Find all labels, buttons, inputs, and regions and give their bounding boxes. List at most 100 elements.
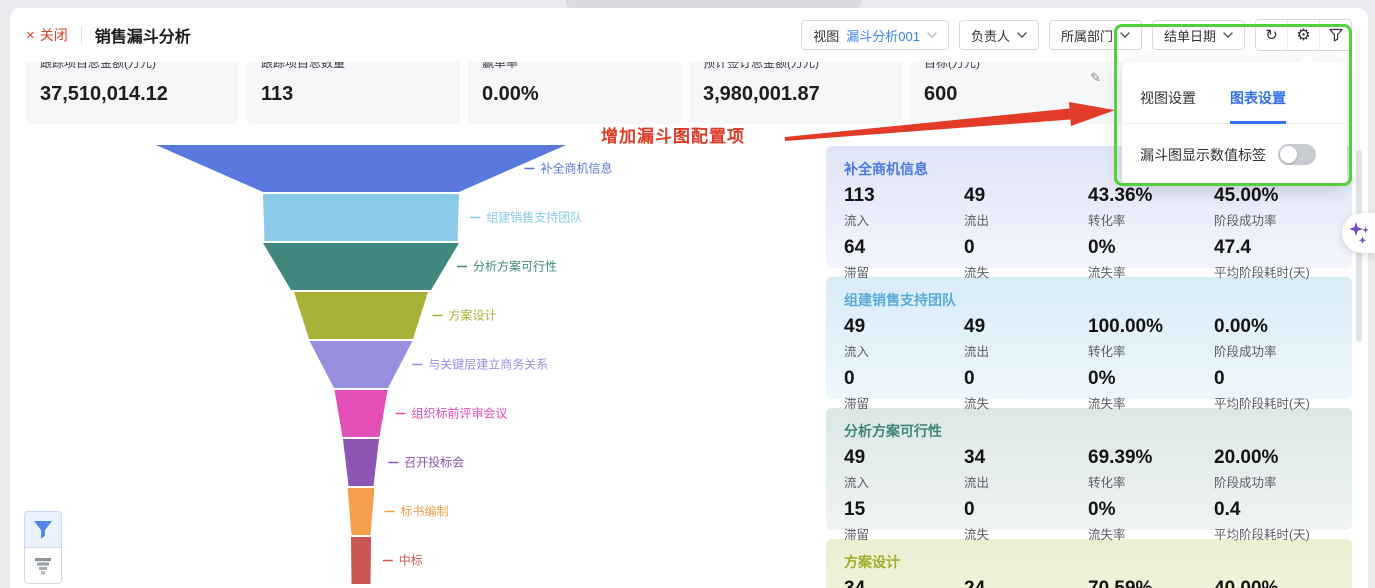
metric-value: 45.00% xyxy=(1214,186,1334,207)
kpi-label: 跟踪项目总金额(万元) xyxy=(40,62,225,71)
annotation-text: 增加漏斗图配置项 xyxy=(601,122,745,147)
metric-cell: 0流失 xyxy=(964,500,1088,543)
metric-cell: 0流失 xyxy=(964,369,1088,412)
dropdown-label: 所属部门 xyxy=(1061,26,1113,45)
funnel-stage[interactable] xyxy=(156,145,566,192)
chart-settings-popup: 视图设置 图表设置 漏斗图显示数值标签 xyxy=(1122,62,1347,186)
metric-label: 平均阶段耗时(天) xyxy=(1214,393,1334,412)
metric-value: 0% xyxy=(1088,238,1214,259)
chart-type-funnel-button[interactable] xyxy=(24,511,62,548)
metric-label: 阶段成功率 xyxy=(1214,472,1334,491)
sparkles-icon xyxy=(1347,220,1371,246)
funnel-stage[interactable] xyxy=(263,194,459,241)
metric-cell: 34流入 xyxy=(844,579,964,588)
funnel-stage[interactable] xyxy=(351,537,371,584)
kpi-label: 跟踪项目总数量 xyxy=(261,62,446,71)
view-select-button[interactable]: 视图 漏斗分析001 xyxy=(801,20,949,50)
metric-value: 49 xyxy=(844,317,964,338)
metric-value: 70.59% xyxy=(1088,579,1214,588)
stage-metrics-panel: 补全商机信息113流入49流出43.36%转化率45.00%阶段成功率64滞留0… xyxy=(826,146,1352,588)
kpi-label: 目标(万元) xyxy=(924,62,1109,71)
ai-assistant-tab[interactable] xyxy=(1342,213,1375,253)
funnel-stage[interactable] xyxy=(294,292,428,339)
toolbar: 视图 漏斗分析001 负责人 所属部门 结单日期 ↻⚙ xyxy=(801,19,1352,51)
refresh-icon[interactable]: ↻ xyxy=(1256,20,1287,50)
metric-value: 20.00% xyxy=(1214,448,1334,469)
metric-label: 滞留 xyxy=(844,524,964,543)
metric-value: 113 xyxy=(844,186,964,207)
filter-button[interactable] xyxy=(1319,20,1351,50)
funnel-stage-label: 分析方案可行性 xyxy=(473,259,557,274)
metric-label: 流入 xyxy=(844,210,964,229)
stage-card: 组建销售支持团队49流入49流出100.00%转化率0.00%阶段成功率0滞留0… xyxy=(826,277,1352,399)
metric-label: 流失率 xyxy=(1088,262,1214,281)
funnel-stage-label: 与关键层建立商务关系 xyxy=(428,357,548,372)
chart-type-pyramid-button[interactable] xyxy=(24,547,62,584)
metric-cell: 69.39%转化率 xyxy=(1088,448,1214,491)
metric-value: 49 xyxy=(964,317,1088,338)
sales-funnel-analysis-page: × 关闭 销售漏斗分析 视图 漏斗分析001 负责人 所属部门 结单日期 ↻⚙ 跟踪… xyxy=(0,0,1375,588)
chevron-down-icon xyxy=(1223,32,1233,38)
metric-cell: 113 流入 xyxy=(844,186,964,229)
close-icon: × xyxy=(26,28,35,43)
page-header: × 关闭 销售漏斗分析 视图 漏斗分析001 负责人 所属部门 结单日期 ↻⚙ xyxy=(10,8,1368,62)
kpi-label: 赢单率 xyxy=(482,62,667,71)
metric-value: 47.4 xyxy=(1214,238,1334,259)
metric-cell: 49流入 xyxy=(844,317,964,360)
metric-cell: 49流出 xyxy=(964,186,1088,229)
funnel-stage[interactable] xyxy=(348,488,375,535)
tab-chart-settings[interactable]: 图表设置 xyxy=(1230,88,1286,124)
metric-label: 平均阶段耗时(天) xyxy=(1214,524,1334,543)
kpi-value: 113 xyxy=(261,83,446,106)
metric-value: 40.00% xyxy=(1214,579,1334,588)
gear-icon[interactable]: ⚙ xyxy=(1287,20,1319,50)
edit-icon[interactable]: ✎ xyxy=(1090,70,1101,86)
metric-label: 流失率 xyxy=(1088,524,1214,543)
funnel-stage[interactable] xyxy=(310,341,413,388)
metric-label: 流失 xyxy=(964,262,1088,281)
metric-value: 0 xyxy=(844,369,964,390)
funnel-stage[interactable] xyxy=(343,439,379,486)
metric-cell: 0% 流失率 xyxy=(1088,238,1214,281)
chevron-down-icon xyxy=(1120,32,1130,38)
metric-value: 15 xyxy=(844,500,964,521)
metric-cell: 70.59%转化率 xyxy=(1088,579,1214,588)
stage-card-title: 方案设计 xyxy=(844,552,1334,572)
funnel-value-label-toggle[interactable] xyxy=(1278,144,1316,165)
stage-card-title: 分析方案可行性 xyxy=(844,421,1334,441)
top-tab xyxy=(566,0,862,8)
metric-cell: 0平均阶段耗时(天) xyxy=(1214,369,1334,412)
filter-dropdown-button[interactable]: 结单日期 xyxy=(1152,20,1245,50)
metric-value: 34 xyxy=(964,448,1088,469)
metric-value: 0.4 xyxy=(1214,500,1334,521)
filter-dropdown-button[interactable]: 所属部门 xyxy=(1049,20,1142,50)
metric-label: 流出 xyxy=(964,341,1088,360)
metric-cell: 45.00% 阶段成功率 xyxy=(1214,186,1334,229)
dropdown-label: 负责人 xyxy=(971,26,1010,45)
metric-value: 49 xyxy=(964,186,1088,207)
funnel-chart: 补全商机信息组建销售支持团队分析方案可行性方案设计与关键层建立商务关系组织标前评… xyxy=(120,135,820,588)
metric-value: 64 xyxy=(844,238,964,259)
dropdown-label: 结单日期 xyxy=(1164,26,1216,45)
chart-type-switcher xyxy=(24,511,62,584)
kpi-card: 赢单率0.00% xyxy=(468,62,681,124)
kpi-value: 37,510,014.12 xyxy=(40,83,225,106)
chevron-down-icon xyxy=(1017,32,1027,38)
funnel-stage-label: 方案设计 xyxy=(449,308,497,323)
funnel-chart-icon xyxy=(31,519,55,541)
funnel-stage[interactable] xyxy=(335,390,388,437)
kpi-card: 预计签订总金额(万元)3,980,001.87 xyxy=(689,62,902,124)
metric-label: 平均阶段耗时(天) xyxy=(1214,262,1334,281)
metric-cell: 40.00%阶段成功率 xyxy=(1214,579,1334,588)
funnel-stage[interactable] xyxy=(263,243,459,290)
metric-label: 流失率 xyxy=(1088,393,1214,412)
page-title: 销售漏斗分析 xyxy=(95,23,191,47)
toggle-label: 漏斗图显示数值标签 xyxy=(1140,145,1266,165)
metric-label: 阶段成功率 xyxy=(1214,210,1334,229)
close-button[interactable]: × 关闭 xyxy=(26,25,68,45)
tab-view-settings[interactable]: 视图设置 xyxy=(1140,88,1196,123)
metric-cell: 64滞留 xyxy=(844,238,964,281)
toolbar-icon-group: ↻⚙ xyxy=(1255,19,1352,51)
metric-cell: 0流失 xyxy=(964,238,1088,281)
filter-dropdown-button[interactable]: 负责人 xyxy=(959,20,1039,50)
